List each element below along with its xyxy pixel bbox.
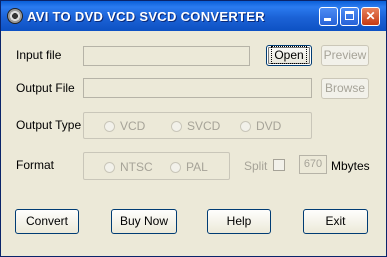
radio-pal[interactable]: PAL: [170, 160, 208, 174]
split-checkbox[interactable]: [273, 159, 285, 171]
close-icon: ✕: [365, 9, 376, 23]
radio-circle: [171, 120, 182, 132]
radio-circle: [104, 161, 115, 173]
split-unit-label: Mbytes: [331, 159, 370, 173]
minimize-icon: [324, 18, 331, 21]
radio-circle: [240, 120, 251, 132]
radio-circle: [104, 120, 115, 132]
split-size-field[interactable]: 670: [299, 155, 327, 174]
title-bar[interactable]: AVI TO DVD VCD SVCD CONVERTER ✕: [1, 1, 386, 31]
output-file-field[interactable]: [83, 78, 312, 98]
input-file-field[interactable]: [83, 46, 250, 66]
convert-button[interactable]: Convert: [15, 209, 79, 234]
output-type-group: VCD SVCD DVD: [83, 112, 312, 139]
minimize-button[interactable]: [319, 7, 338, 26]
radio-svcd[interactable]: SVCD: [171, 119, 220, 133]
output-file-label: Output File: [16, 81, 75, 95]
input-file-label: Input file: [16, 48, 62, 62]
open-button-label: Open: [271, 46, 307, 64]
film-reel-icon[interactable]: [7, 8, 23, 24]
radio-vcd[interactable]: VCD: [104, 119, 145, 133]
open-button[interactable]: Open: [266, 45, 312, 66]
radio-ntsc-label: NTSC: [120, 160, 153, 174]
buy-now-button[interactable]: Buy Now: [111, 209, 177, 234]
format-label: Format: [16, 158, 55, 172]
radio-circle: [170, 161, 181, 173]
preview-button[interactable]: Preview: [321, 45, 369, 66]
app-window: AVI TO DVD VCD SVCD CONVERTER ✕ Input fi…: [0, 0, 387, 257]
radio-pal-label: PAL: [186, 160, 208, 174]
radio-svcd-label: SVCD: [187, 119, 221, 133]
browse-button[interactable]: Browse: [321, 78, 369, 99]
maximize-icon: [345, 11, 354, 20]
maximize-button[interactable]: [340, 7, 359, 26]
split-label: Split: [244, 159, 268, 173]
output-type-label: Output Type: [16, 118, 82, 132]
radio-vcd-label: VCD: [120, 119, 146, 133]
radio-ntsc[interactable]: NTSC: [104, 160, 153, 174]
format-group: NTSC PAL: [83, 152, 230, 180]
help-button[interactable]: Help: [207, 209, 271, 234]
exit-button[interactable]: Exit: [303, 209, 368, 234]
window-title: AVI TO DVD VCD SVCD CONVERTER: [27, 9, 265, 24]
radio-dvd-label: DVD: [256, 119, 282, 133]
close-button[interactable]: ✕: [361, 7, 380, 26]
radio-dvd[interactable]: DVD: [240, 119, 281, 133]
